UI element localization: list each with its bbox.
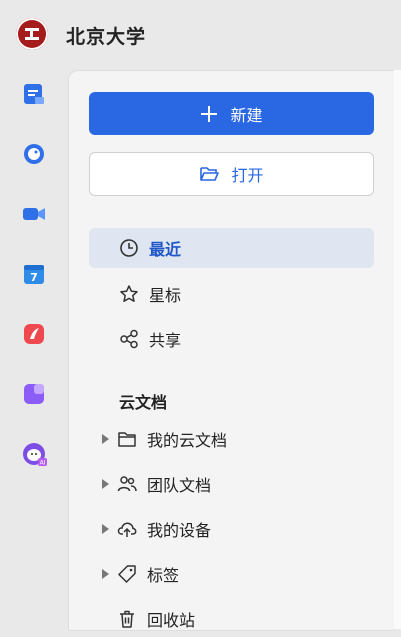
team-icon [117, 476, 137, 492]
content-edge [394, 70, 401, 629]
docs-app-icon[interactable] [22, 82, 46, 106]
section-title-cloud-docs: 云文档 [119, 393, 168, 412]
svg-text:AI: AI [40, 460, 46, 467]
folder-open-icon [200, 167, 220, 181]
ai-assistant-icon[interactable]: AI [22, 442, 47, 467]
tree-item-tags[interactable]: 标签 [69, 556, 394, 592]
tag-icon [118, 565, 136, 583]
trash-icon [120, 610, 134, 628]
app-rail: 7 AI [0, 70, 68, 629]
tree-item-label: 团队文档 [147, 476, 212, 495]
clock-icon [120, 239, 138, 257]
meeting-app-icon[interactable] [22, 202, 46, 226]
tree-item-team-docs[interactable]: 团队文档 [69, 466, 394, 502]
plus-icon [201, 105, 218, 122]
docs-sidebar-panel: 新建 打开 最近 星标 共享 云文档 我的云文档 团队文档 我的设备 标签 回收… [68, 70, 395, 631]
nav-item-starred[interactable]: 星标 [89, 274, 374, 314]
university-logo-icon [16, 18, 48, 50]
tree-item-label: 回收站 [147, 611, 196, 630]
workspace-app-icon[interactable] [22, 382, 46, 406]
tree-item-label: 我的云文档 [147, 431, 228, 450]
nav-item-label: 星标 [149, 286, 182, 305]
tree-item-label: 我的设备 [147, 521, 212, 540]
chat-app-icon[interactable] [22, 142, 46, 166]
org-name: 北京大学 [66, 26, 147, 48]
caret-right-icon[interactable] [102, 479, 109, 489]
svg-text:7: 7 [30, 271, 38, 284]
folder-icon [118, 432, 136, 447]
top-bar: 北京大学 [0, 0, 401, 70]
tree-item-my-cloud-docs[interactable]: 我的云文档 [69, 421, 394, 457]
share-icon [120, 329, 138, 349]
open-button-label: 打开 [231, 166, 264, 185]
nav-item-label: 共享 [149, 331, 182, 350]
nav-item-label: 最近 [149, 240, 182, 259]
nav-item-recent[interactable]: 最近 [89, 228, 374, 268]
notes-app-icon[interactable] [22, 322, 46, 346]
tree-item-trash[interactable]: 回收站 [69, 601, 394, 637]
tree-item-label: 标签 [147, 566, 180, 585]
nav-item-shared[interactable]: 共享 [89, 319, 374, 359]
cloud-upload-icon [117, 522, 137, 537]
caret-right-icon[interactable] [102, 434, 109, 444]
tree-item-my-devices[interactable]: 我的设备 [69, 511, 394, 547]
star-icon [120, 285, 138, 302]
new-button-label: 新建 [230, 105, 263, 125]
calendar-app-icon[interactable]: 7 [22, 262, 46, 286]
caret-right-icon[interactable] [102, 524, 109, 534]
open-button[interactable]: 打开 [89, 152, 374, 196]
new-button[interactable]: 新建 [89, 92, 374, 135]
caret-right-icon[interactable] [102, 569, 109, 579]
